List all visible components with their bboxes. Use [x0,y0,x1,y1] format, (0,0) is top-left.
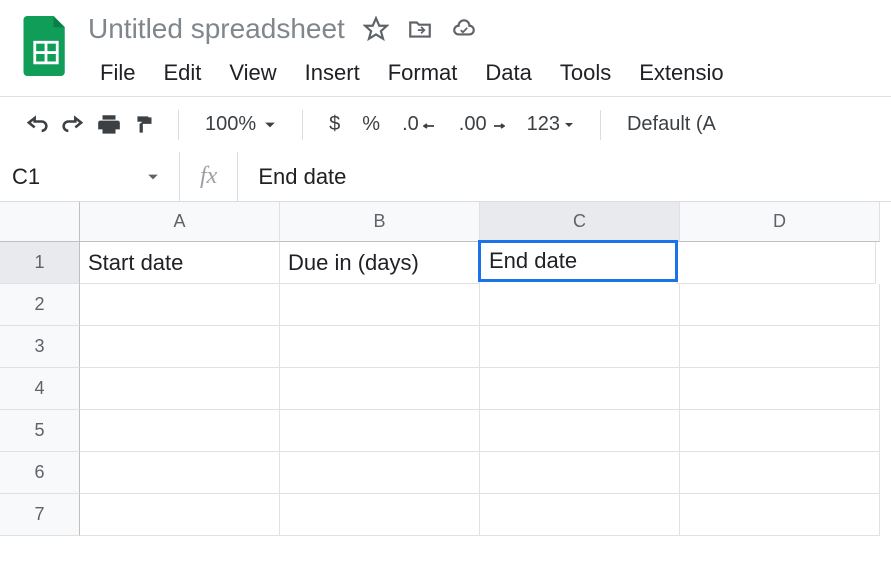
zoom-value: 100% [205,113,256,136]
cell-c1[interactable]: End date [478,240,678,282]
currency-button[interactable]: $ [319,113,350,136]
formula-bar: C1 fx [0,152,891,202]
arrow-left-under-icon [423,120,437,130]
fx-label: fx [180,152,238,201]
row-header-2[interactable]: 2 [0,284,80,326]
cell-b3[interactable] [280,326,480,368]
chevron-down-icon [147,171,159,183]
row-header-5[interactable]: 5 [0,410,80,452]
chevron-down-icon [264,119,276,131]
name-box[interactable]: C1 [0,152,180,201]
cell-b7[interactable] [280,494,480,536]
menu-file[interactable]: File [88,56,147,90]
title-row: Untitled spreadsheet [88,8,891,50]
cell-a1[interactable]: Start date [80,242,280,284]
menu-insert[interactable]: Insert [293,56,372,90]
cell-a7[interactable] [80,494,280,536]
spreadsheet-grid: A B C D 1 2 3 4 5 6 7 Start date Due in … [0,202,891,536]
cell-d3[interactable] [680,326,880,368]
cell-a2[interactable] [80,284,280,326]
cell-b6[interactable] [280,452,480,494]
decrease-decimal-button[interactable]: .0 [392,113,447,136]
percent-button[interactable]: % [352,113,390,136]
menu-edit[interactable]: Edit [151,56,213,90]
redo-button[interactable] [56,108,90,142]
cell-a5[interactable] [80,410,280,452]
increase-decimal-button[interactable]: .00 [449,113,515,136]
cell-d6[interactable] [680,452,880,494]
col-header-b[interactable]: B [280,202,480,242]
row-header-6[interactable]: 6 [0,452,80,494]
cell-b1[interactable]: Due in (days) [280,242,480,284]
app-header: Untitled spreadsheet File Edit View Inse… [0,0,891,96]
cell-c6[interactable] [480,452,680,494]
move-folder-icon[interactable] [407,16,433,42]
select-all-corner[interactable] [0,202,80,242]
toolbar: 100% $ % .0 .00 123 Default (A [0,96,891,152]
row-header-1[interactable]: 1 [0,242,80,284]
header-content: Untitled spreadsheet File Edit View Inse… [88,8,891,96]
cell-d7[interactable] [680,494,880,536]
cell-b2[interactable] [280,284,480,326]
arrow-right-under-icon [491,120,505,130]
row-header-3[interactable]: 3 [0,326,80,368]
cell-b5[interactable] [280,410,480,452]
cell-c3[interactable] [480,326,680,368]
row-headers: 1 2 3 4 5 6 7 [0,242,80,536]
cell-d1[interactable] [676,242,876,284]
zoom-dropdown[interactable]: 100% [195,113,286,136]
cell-a6[interactable] [80,452,280,494]
paint-format-button[interactable] [128,108,162,142]
menu-view[interactable]: View [217,56,288,90]
menu-data[interactable]: Data [473,56,543,90]
formula-input[interactable] [238,152,891,201]
cell-c7[interactable] [480,494,680,536]
row-header-4[interactable]: 4 [0,368,80,410]
cell-a4[interactable] [80,368,280,410]
toolbar-separator [600,110,601,140]
cell-c4[interactable] [480,368,680,410]
cell-d4[interactable] [680,368,880,410]
col-header-c[interactable]: C [480,202,680,242]
print-button[interactable] [92,108,126,142]
undo-button[interactable] [20,108,54,142]
cell-c2[interactable] [480,284,680,326]
menu-tools[interactable]: Tools [548,56,623,90]
cells-area: Start date Due in (days) End date [80,242,880,536]
cell-b4[interactable] [280,368,480,410]
menubar: File Edit View Insert Format Data Tools … [88,50,891,96]
row-header-7[interactable]: 7 [0,494,80,536]
cell-c5[interactable] [480,410,680,452]
more-formats-dropdown[interactable]: 123 [517,113,584,136]
font-dropdown[interactable]: Default (A [617,113,726,136]
star-icon[interactable] [363,16,389,42]
cell-reference: C1 [12,164,40,190]
cloud-saved-icon[interactable] [451,16,477,42]
column-headers: A B C D [80,202,880,242]
chevron-down-icon [564,120,574,130]
document-title[interactable]: Untitled spreadsheet [88,13,345,45]
menu-extensions[interactable]: Extensio [627,56,735,90]
col-header-a[interactable]: A [80,202,280,242]
toolbar-separator [178,110,179,140]
toolbar-separator [302,110,303,140]
cell-a3[interactable] [80,326,280,368]
col-header-d[interactable]: D [680,202,880,242]
cell-d5[interactable] [680,410,880,452]
sheets-logo[interactable] [18,16,74,76]
cell-d2[interactable] [680,284,880,326]
menu-format[interactable]: Format [376,56,470,90]
